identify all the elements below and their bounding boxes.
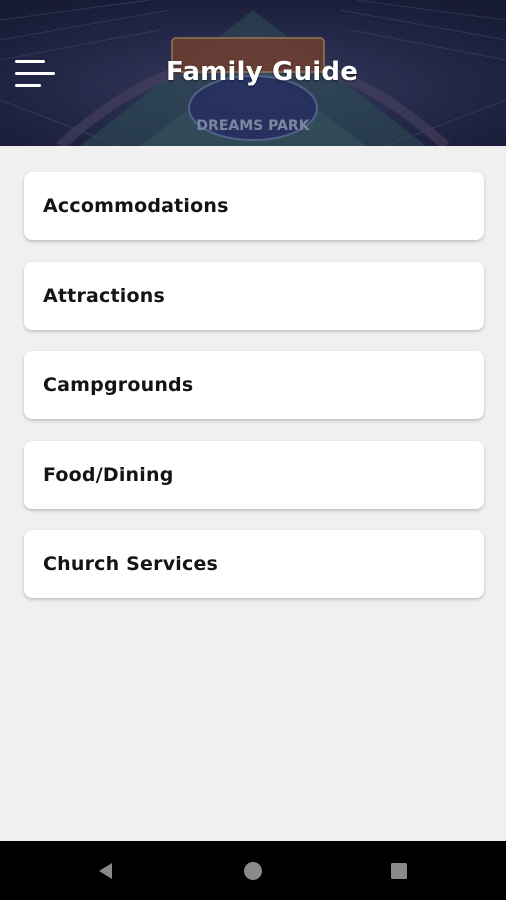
menu-item-label: Church Services	[43, 553, 219, 575]
system-navigation-bar	[0, 841, 506, 900]
page-title: Family Guide	[165, 57, 359, 87]
menu-item-label: Accommodations	[43, 195, 229, 217]
menu-item-label: Attractions	[43, 284, 166, 307]
home-button[interactable]	[237, 855, 269, 887]
recents-button[interactable]	[383, 855, 415, 887]
home-circle-icon	[244, 862, 262, 880]
menu-item-label: Campgrounds	[43, 374, 194, 396]
menu-item-label: Food/Dining	[43, 463, 174, 486]
menu-item-food-dining[interactable]: Food/Dining	[24, 440, 484, 509]
menu-item-church-services[interactable]: Church Services	[24, 530, 484, 598]
menu-item-accommodations[interactable]: Accommodations	[24, 172, 484, 240]
menu-item-campgrounds[interactable]: Campgrounds	[24, 351, 484, 419]
family-guide-menu: Accommodations Attractions Campgrounds F…	[24, 172, 484, 620]
menu-item-attractions[interactable]: Attractions	[24, 261, 484, 330]
back-button[interactable]	[90, 855, 122, 887]
app-header: DREAMS PARK Family Guide	[0, 0, 506, 146]
back-triangle-icon	[99, 863, 112, 879]
recents-square-icon	[391, 863, 407, 879]
